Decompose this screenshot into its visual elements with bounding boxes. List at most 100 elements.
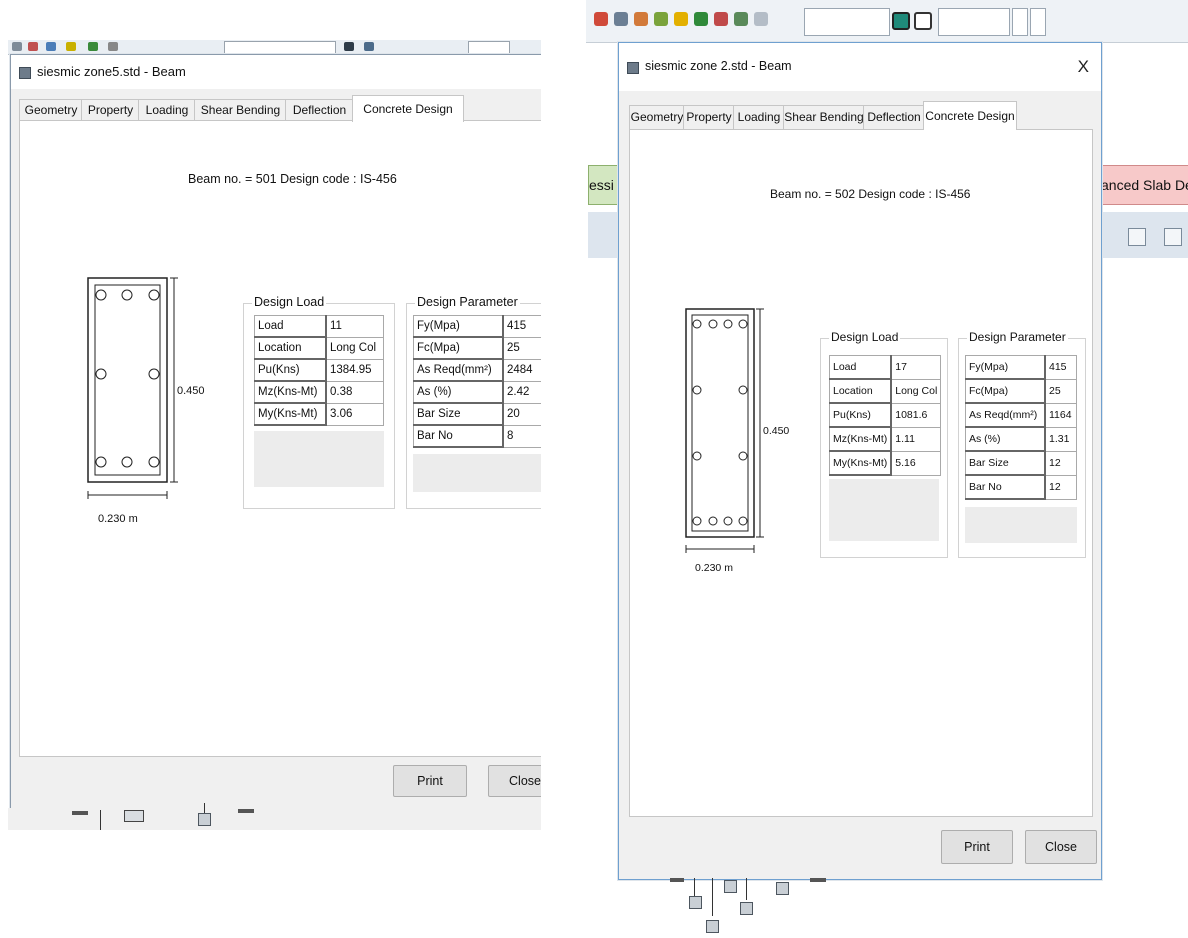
tab-geometry[interactable]: Geometry [19,99,83,121]
table-row: My(Kns-Mt) 5.16 [829,450,942,476]
row-value: 12 [1044,450,1077,476]
tab-property[interactable]: Property [81,99,140,121]
tab-shear-bending[interactable]: Shear Bending [194,99,287,121]
toolbar-spinner[interactable] [1012,8,1028,36]
row-value: 3.06 [325,402,384,426]
row-value: 415 [1044,355,1077,380]
rebar [708,319,718,329]
rebar [708,516,718,526]
tab-concrete-design[interactable]: Concrete Design [352,95,464,122]
row-value: 5.16 [890,450,942,476]
design-parameter-table: Fy(Mpa) 415 Fc(Mpa) 25 As Reqd(mm²) 2484 As… [413,315,541,448]
toolbar-dropdown[interactable] [804,8,890,36]
toolbar-icon[interactable] [46,42,56,51]
row-value: 12 [1044,474,1077,500]
toolbar-input[interactable] [938,8,1010,36]
rebar [148,456,160,468]
toolbar-icon[interactable] [66,42,76,51]
design-parameter-group: Design Parameter Fy(Mpa) 415 Fc(Mpa) 25 As… [958,330,1086,558]
left-screenshot-panel: siesmic zone5.std - Beam Geometry Proper… [8,40,541,830]
model-node-marker [124,810,144,822]
tab-property[interactable]: Property [683,105,735,129]
toolbar-icon[interactable] [614,12,628,26]
row-value: 25 [502,336,541,360]
row-key: My(Kns-Mt) [254,402,327,426]
model-member-line [746,878,747,900]
toolbar-icon[interactable] [754,12,768,26]
dialog-title: siesmic zone 2.std - Beam [645,59,792,73]
design-heading: Beam no. = 502 Design code : IS-456 [770,187,971,201]
table-row: Bar Size 20 [413,402,541,426]
toolbar-icon[interactable] [594,12,608,26]
toolbar-icon[interactable] [28,42,38,51]
toolbar-icon[interactable] [88,42,98,51]
toolbar-icon[interactable] [654,12,668,26]
close-button[interactable]: Close [488,765,541,797]
row-value: 11 [325,315,384,338]
design-load-title: Design Load [829,330,901,344]
row-value: 1384.95 [325,358,384,382]
table-row: As Reqd(mm²) 2484 [413,358,541,382]
tab-shear-bending[interactable]: Shear Bending [783,105,865,129]
row-value: 415 [502,315,541,338]
row-key: Location [254,336,327,360]
minimize-icon[interactable] [1128,228,1146,246]
row-key: As (%) [413,380,504,404]
toolbar-icon[interactable] [914,12,932,30]
close-button[interactable]: Close [1025,830,1097,864]
row-key: As Reqd(mm²) [965,402,1046,428]
model-node-marker [238,809,254,813]
toolbar-icon[interactable] [694,12,708,26]
background-banner-right: anced Slab De [1098,165,1188,205]
toolbar-icon[interactable] [634,12,648,26]
tab-loading[interactable]: Loading [138,99,196,121]
toolbar-icon[interactable] [12,42,22,51]
model-node-marker [689,896,702,909]
row-value: 1.11 [890,426,942,452]
print-button[interactable]: Print [941,830,1013,864]
design-parameter-title: Design Parameter [967,330,1068,344]
design-load-table: Load 17 Location Long Col Pu(Kns) 1081.6 Mz… [829,355,942,476]
toolbar-icon[interactable] [108,42,118,51]
design-parameter-group: Design Parameter Fy(Mpa) 415 Fc(Mpa) 25 As… [406,295,541,509]
print-button[interactable]: Print [393,765,467,797]
row-value: 17 [890,355,942,380]
row-key: Bar No [965,474,1046,500]
tab-concrete-design[interactable]: Concrete Design [923,101,1017,130]
tab-geometry[interactable]: Geometry [629,105,685,129]
row-key: Pu(Kns) [829,402,893,428]
row-key: Load [829,355,893,380]
toolbar-icon[interactable] [364,42,374,51]
restore-icon[interactable] [1164,228,1182,246]
model-member-line [694,878,695,896]
toolbar-icon[interactable] [714,12,728,26]
section-depth-label: 0.450 [177,385,205,397]
design-load-title: Design Load [252,295,327,309]
tab-content-concrete-design: Beam no. = 502 Design code : IS-456 0.45… [629,129,1093,817]
left-beam-dialog: siesmic zone5.std - Beam Geometry Proper… [10,54,541,810]
tab-deflection[interactable]: Deflection [285,99,354,121]
row-value: 1.31 [1044,426,1077,452]
table-row: Pu(Kns) 1384.95 [254,358,384,382]
tab-deflection[interactable]: Deflection [863,105,925,129]
toolbar-icon[interactable] [344,42,354,51]
left-background-toolbar [8,40,541,55]
model-node-marker [724,880,737,893]
close-icon[interactable]: X [1078,57,1089,77]
row-value: 0.38 [325,380,384,404]
toolbar-dropdown[interactable] [224,41,336,54]
table-row: Mz(Kns-Mt) 0.38 [254,380,384,404]
table-row: Fc(Mpa) 25 [965,378,1077,404]
tab-loading[interactable]: Loading [733,105,785,129]
app-icon [627,62,639,74]
model-node-marker [810,878,826,882]
row-key: My(Kns-Mt) [829,450,893,476]
row-key: Fc(Mpa) [965,378,1046,404]
toolbar-button[interactable] [1030,8,1046,36]
toolbar-icon[interactable] [674,12,688,26]
toolbar-icon[interactable] [734,12,748,26]
toolbar-icon[interactable] [892,12,910,30]
toolbar-input[interactable] [468,41,510,54]
column-cross-section [87,277,178,499]
row-key: Pu(Kns) [254,358,327,382]
